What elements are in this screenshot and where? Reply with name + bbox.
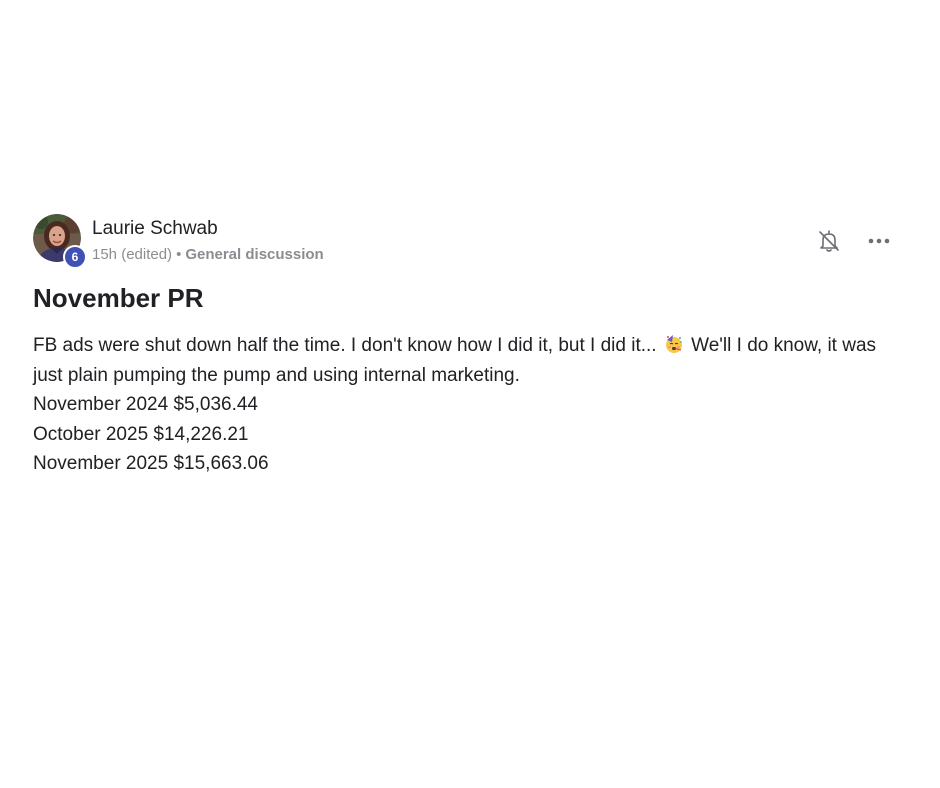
- sales-line-nov-2025: November 2025 $15,663.06: [33, 453, 269, 474]
- post-paragraph: FB ads were shut down half the time. I d…: [33, 331, 903, 390]
- post-card: 6 Laurie Schwab 15h (edited) • General dis…: [33, 213, 903, 474]
- author-name[interactable]: Laurie Schwab: [92, 218, 218, 240]
- post-time: 15h (edited): [92, 246, 173, 263]
- partying-face-emoji-icon: [665, 335, 682, 353]
- post-text-before-emoji: FB ads were shut down half the time. I d…: [33, 335, 657, 356]
- bell-off-icon[interactable]: [816, 228, 842, 254]
- more-options-icon[interactable]: [866, 228, 892, 254]
- post-actions: [816, 228, 892, 254]
- meta-separator: •: [176, 246, 182, 263]
- author-avatar[interactable]: 6: [33, 214, 87, 269]
- sales-line-nov-2024: November 2024 $5,036.44: [33, 394, 258, 415]
- post-category[interactable]: General discussion: [185, 246, 323, 263]
- level-badge: 6: [63, 245, 87, 269]
- post-header: 6 Laurie Schwab 15h (edited) • General dis…: [33, 213, 903, 269]
- post-meta: 15h (edited) • General discussion: [92, 246, 324, 263]
- sales-line-oct-2025: October 2025 $14,226.21: [33, 423, 249, 445]
- post-body: FB ads were shut down half the time. I d…: [33, 331, 903, 479]
- post-title: November PR: [33, 283, 204, 313]
